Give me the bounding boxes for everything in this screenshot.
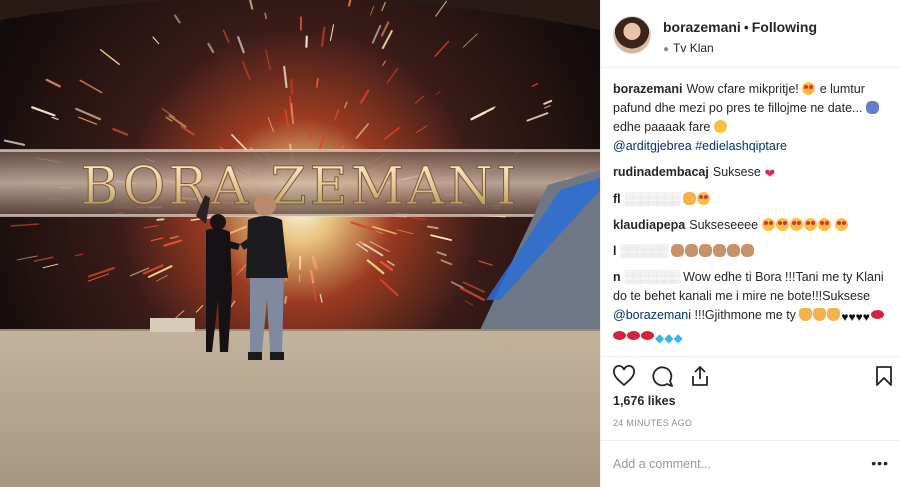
bookmark-icon	[876, 366, 892, 386]
hands-emoji-icon	[727, 244, 741, 257]
heart-eyes-emoji-icon	[775, 218, 789, 231]
stage-props	[150, 318, 195, 332]
list-item: fl ▒▒▒▒▒▒▒	[613, 190, 885, 209]
firework-streak	[290, 78, 294, 95]
action-bar	[601, 356, 900, 396]
lips-emoji-icon	[870, 310, 884, 319]
black-heart-emoji-icon: ♥♥♥♥	[841, 310, 870, 324]
header-separator: •	[743, 19, 749, 35]
lips-emoji-icon	[627, 331, 640, 340]
comment-username[interactable]: fl	[613, 192, 621, 206]
save-button[interactable]	[869, 361, 899, 391]
post-timestamp: 24 MINUTES AGO	[613, 418, 693, 428]
comment-mention[interactable]: @borazemani	[613, 308, 691, 322]
post-header: borazemani • Following ● Tv Klan	[601, 0, 900, 68]
comment-username[interactable]: klaudiapepa	[613, 218, 685, 232]
more-options-icon[interactable]: •••	[871, 455, 889, 471]
location-link[interactable]: ● Tv Klan	[663, 41, 714, 55]
redacted-username: ▒▒▒▒▒▒▒	[624, 192, 681, 206]
hands-emoji-icon	[685, 244, 699, 257]
likes-count[interactable]: 1,676 likes	[613, 394, 676, 408]
heart-eyes-emoji-icon	[802, 82, 816, 95]
stage-floor	[0, 330, 600, 487]
post-photo[interactable]: BORA ZEMANI	[0, 0, 600, 487]
comment-username[interactable]: n	[613, 270, 621, 284]
heart-icon	[613, 365, 635, 387]
hands-emoji-icon	[699, 244, 713, 257]
redacted-username: ▒▒▒▒▒▒▒	[624, 270, 681, 284]
hands-emoji-icon	[741, 244, 755, 257]
heart-eyes-emoji-icon	[697, 192, 711, 205]
clap-emoji-icon	[683, 192, 697, 205]
person-emoji-icon	[865, 101, 879, 114]
list-item: klaudiapepa Sukseseeee	[613, 216, 885, 235]
hands-emoji-icon	[671, 244, 685, 257]
share-button[interactable]	[685, 361, 715, 391]
stage-scene: BORA ZEMANI	[0, 0, 600, 487]
header-user-line: borazemani • Following	[663, 19, 817, 35]
location-label: Tv Klan	[673, 41, 714, 55]
list-item: l ▒▒▒▒▒▒	[613, 242, 885, 261]
comment-bubble-icon	[652, 366, 673, 387]
comment-input[interactable]	[613, 454, 853, 474]
caption-text-3: edhe paaaak fare	[613, 120, 711, 134]
gem-emoji-icon: ◆◆◆	[655, 331, 683, 345]
pray-emoji-icon	[827, 308, 841, 321]
redacted-username: ▒▒▒▒▒▒	[620, 244, 668, 258]
banner-text: BORA ZEMANI	[81, 157, 520, 217]
lips-emoji-icon	[613, 331, 626, 340]
share-icon	[692, 366, 708, 386]
firework-streak	[284, 295, 288, 304]
pray-emoji-icon	[799, 308, 813, 321]
header-username[interactable]: borazemani	[663, 19, 741, 35]
heart-eyes-emoji-icon	[835, 218, 849, 231]
list-item: rudinadembacaj Suksese ❤	[613, 163, 885, 183]
avatar[interactable]	[613, 16, 651, 54]
comment-username[interactable]: rudinadembacaj	[613, 165, 709, 179]
heart-eyes-emoji-icon	[817, 218, 831, 231]
grinning-emoji-icon	[713, 120, 727, 133]
comment-text: Suksese	[712, 165, 761, 179]
location-pin-icon: ●	[663, 44, 670, 55]
firework-streak	[315, 77, 319, 88]
lips-emoji-icon	[641, 331, 654, 340]
heart-eyes-emoji-icon	[789, 218, 803, 231]
firework-streak	[264, 12, 267, 20]
following-button[interactable]: Following	[752, 19, 817, 35]
list-item: n ▒▒▒▒▒▒▒ Wow edhe ti Bora !!!Tani me ty …	[613, 268, 885, 348]
pray-emoji-icon	[813, 308, 827, 321]
add-comment-section: •••	[601, 440, 900, 487]
post-sidebar: borazemani • Following ● Tv Klan borazemani…	[600, 0, 900, 487]
comment-text-2: !!!Gjithmone me ty	[694, 308, 796, 322]
comment-username[interactable]: l	[613, 244, 616, 258]
comment-text: Sukseseeee	[689, 218, 759, 232]
heart-eyes-emoji-icon	[761, 218, 775, 231]
caption-text-1: Wow cfare mikpritje!	[686, 82, 799, 96]
heart-eyes-emoji-icon	[803, 218, 817, 231]
caption-hashtag[interactable]: #edielashqiptare	[695, 139, 787, 153]
caption-username[interactable]: borazemani	[613, 82, 682, 96]
red-heart-emoji-icon: ❤	[764, 166, 776, 181]
caption-mention[interactable]: @arditgjebrea	[613, 139, 692, 153]
instagram-post: BORA ZEMANI borazemani • Following ● Tv …	[0, 0, 900, 487]
comments-list[interactable]: borazemani Wow cfare mikpritje! e lumtur …	[613, 80, 885, 356]
like-button[interactable]	[609, 361, 639, 391]
firework-streak	[156, 218, 165, 221]
comment-button[interactable]	[647, 361, 677, 391]
hands-emoji-icon	[713, 244, 727, 257]
caption: borazemani Wow cfare mikpritje! e lumtur …	[613, 80, 885, 156]
